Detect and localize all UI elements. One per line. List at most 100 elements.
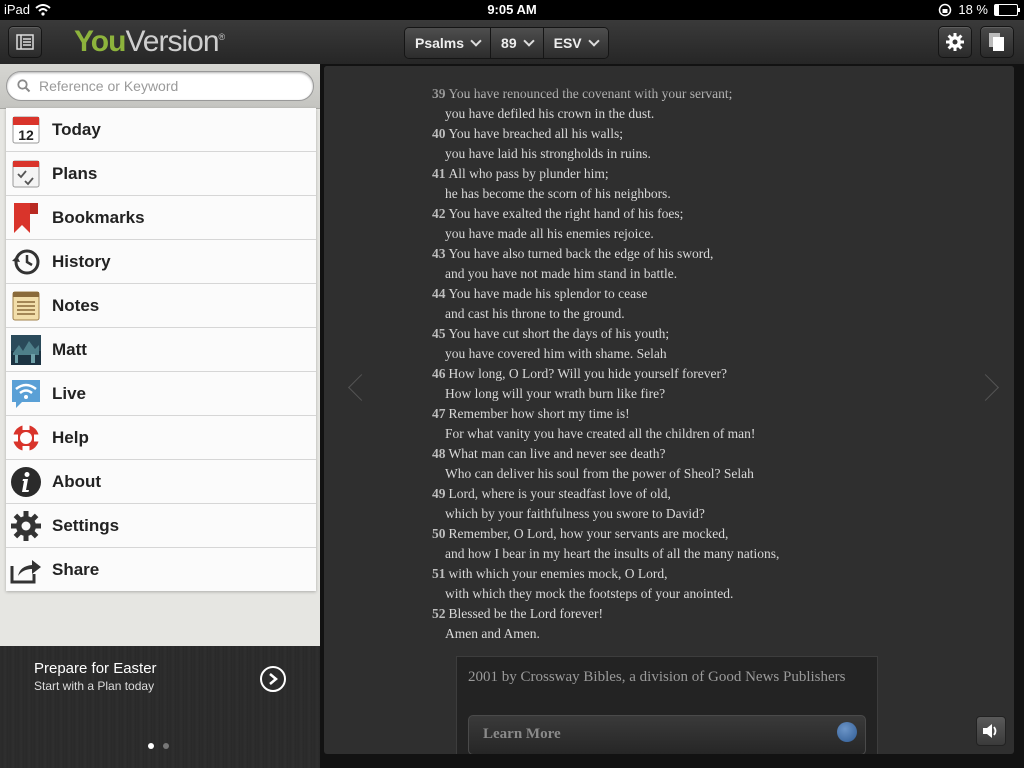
top-fade — [324, 66, 1014, 104]
verse[interactable]: 41 All who pass by plunder him; he has bec… — [432, 164, 872, 204]
sidebar-item-settings[interactable]: Settings — [6, 504, 316, 548]
verse-number: 49 — [432, 486, 446, 501]
settings-button[interactable] — [938, 26, 972, 58]
verse-line: You have made his splendor to cease — [448, 286, 648, 301]
history-icon — [10, 246, 42, 278]
sidebar-item-label: Share — [52, 559, 100, 579]
status-bar: iPad 9:05 AM 18 % — [0, 0, 1024, 20]
search-input[interactable] — [37, 77, 301, 95]
sidebar-item-share[interactable]: Share — [6, 548, 316, 591]
sidebar-item-history[interactable]: History — [6, 240, 316, 284]
profile-photo-icon — [10, 334, 42, 366]
page-dot[interactable] — [163, 743, 169, 749]
audio-button[interactable] — [976, 716, 1006, 746]
sidebar-item-bookmarks[interactable]: Bookmarks — [6, 196, 316, 240]
verse-line: and you have not made him stand in battl… — [445, 266, 678, 281]
verse[interactable]: 48 What man can live and never see death?… — [432, 444, 872, 484]
verse-line: How long, O Lord? Will you hide yourself… — [448, 366, 728, 381]
verse-line: How long will your wrath burn like fire? — [445, 386, 666, 401]
status-time: 9:05 AM — [487, 2, 537, 17]
verse[interactable]: 46 How long, O Lord? Will you hide yourse… — [432, 364, 872, 404]
verse-line: All who pass by plunder him; — [448, 166, 609, 181]
search-icon — [17, 79, 31, 93]
verse[interactable]: 45 You have cut short the days of his you… — [432, 324, 872, 364]
verse-number: 45 — [432, 326, 446, 341]
previous-chapter-arrow[interactable] — [348, 374, 375, 401]
bible-page[interactable]: 39You have renounced the covenant with y… — [324, 66, 1014, 754]
reader-pane: 39You have renounced the covenant with y… — [320, 64, 1024, 768]
verse-number: 40 — [432, 126, 446, 141]
verse-line: Blessed be the Lord forever! — [448, 606, 603, 621]
chevron-down-icon — [522, 35, 535, 47]
svg-text:12: 12 — [18, 127, 34, 143]
sidebar-item-matt[interactable]: Matt — [6, 328, 316, 372]
battery-icon — [994, 3, 1020, 16]
verse[interactable]: 42 You have exalted the right hand of his… — [432, 204, 872, 244]
sidebar-item-about[interactable]: About — [6, 460, 316, 504]
verse-line: Remember, O Lord, how your servants are … — [448, 526, 729, 541]
sidebar-item-label: Plans — [52, 163, 98, 183]
top-bar: YouVersion® Psalms 89 ESV — [0, 20, 1024, 65]
sidebar-item-label: Live — [52, 383, 87, 403]
verse[interactable]: 49 Lord, where is your steadfast love of … — [432, 484, 872, 524]
calendar-icon: 12 — [10, 114, 42, 146]
verse[interactable]: 44 You have made his splendor to cease and… — [432, 284, 872, 324]
chapter-selector[interactable]: 89 — [491, 28, 544, 58]
verse[interactable]: 51 with which your enemies mock, O Lord, w… — [432, 564, 872, 604]
gear-icon — [10, 510, 42, 542]
verse-line: you have covered him with shame. Selah — [445, 346, 667, 361]
verse-line: You have breached all his walls; — [448, 126, 623, 141]
next-chapter-arrow[interactable] — [972, 374, 999, 401]
verse-number: 48 — [432, 446, 446, 461]
sidebar-item-today[interactable]: 12 Today — [6, 108, 316, 152]
sidebar-item-label: Help — [52, 427, 89, 447]
verse-number: 47 — [432, 406, 446, 421]
verse[interactable]: 40 You have breached all his walls; you ha… — [432, 124, 872, 164]
verse[interactable]: 50 Remember, O Lord, how your servants ar… — [432, 524, 872, 564]
verse-line: which by your faithfulness you swore to … — [445, 506, 705, 521]
promo-banner[interactable]: Prepare for Easter Start with a Plan tod… — [0, 646, 320, 768]
pages-button[interactable] — [980, 26, 1014, 58]
verse-line: you have defiled his crown in the dust. — [445, 106, 655, 121]
verse-number: 42 — [432, 206, 446, 221]
chevron-right-icon — [269, 673, 278, 685]
verse-line: with which your enemies mock, O Lord, — [448, 566, 668, 581]
copyright-text: 2001 by Crossway Bibles, a division of G… — [468, 669, 846, 685]
info-icon — [10, 466, 42, 498]
sidebar-item-plans[interactable]: Plans — [6, 152, 316, 196]
sidebar-item-label: Settings — [52, 515, 120, 535]
verse-line: with which they mock the footsteps of yo… — [445, 586, 734, 601]
sidebar-item-live[interactable]: Live — [6, 372, 316, 416]
sidebar-item-help[interactable]: Help — [6, 416, 316, 460]
copyright-box: 2001 by Crossway Bibles, a division of G… — [456, 656, 878, 754]
wifi-icon — [10, 378, 42, 410]
sidebar-item-label: Bookmarks — [52, 207, 145, 227]
verse-line: you have laid his strongholds in ruins. — [445, 146, 651, 161]
verse-number: 43 — [432, 246, 446, 261]
sidebar-item-notes[interactable]: Notes — [6, 284, 316, 328]
learn-more-button[interactable]: Learn More — [468, 715, 866, 754]
checklist-icon — [10, 158, 42, 190]
sidebar-item-label: Today — [52, 119, 101, 139]
rotation-lock-icon — [939, 3, 952, 16]
book-selector[interactable]: Psalms — [405, 28, 492, 58]
verse[interactable]: 43 You have also turned back the edge of … — [432, 244, 872, 284]
sidebar-item-label: About — [52, 471, 102, 491]
verse[interactable]: 47 Remember how short my time is! For what… — [432, 404, 872, 444]
speaker-icon — [983, 724, 997, 738]
search-box[interactable] — [6, 71, 314, 101]
gear-icon — [946, 33, 964, 51]
sidebar-item-label: Notes — [52, 295, 100, 315]
version-selector[interactable]: ESV — [543, 28, 608, 58]
page-dot-active[interactable] — [148, 743, 154, 749]
verse-line: You have cut short the days of his youth… — [448, 326, 670, 341]
menu-toggle-button[interactable] — [8, 26, 42, 58]
sidebar-item-label: History — [52, 251, 111, 271]
document-icon — [989, 33, 1004, 51]
verse-line: Amen and Amen. — [445, 626, 540, 641]
promo-go-button[interactable] — [260, 666, 286, 692]
promo-subtitle: Start with a Plan today — [34, 679, 155, 693]
verse[interactable]: 52 Blessed be the Lord forever! Amen and A… — [432, 604, 872, 644]
list-icon — [16, 34, 34, 50]
verse-number: 50 — [432, 526, 446, 541]
